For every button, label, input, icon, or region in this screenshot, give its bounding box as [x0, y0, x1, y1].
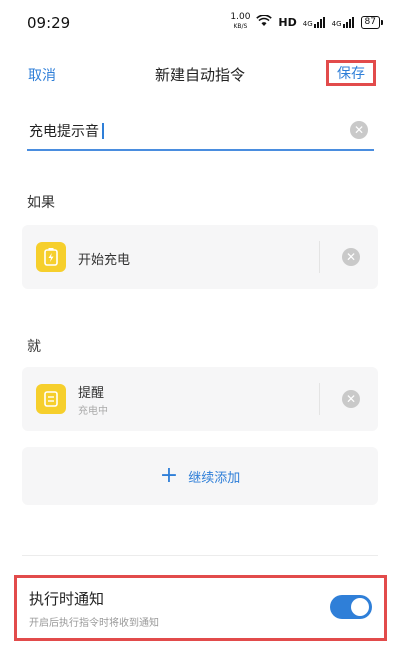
card-divider — [319, 241, 320, 273]
header: 取消 新建自动指令 保存 — [0, 56, 400, 92]
status-icons: 1.00 KB/S HD 4G 4G 87 — [230, 13, 384, 31]
save-button-label: 保存 — [337, 66, 365, 82]
command-name-text: 充电提示音 — [29, 124, 99, 140]
network-speed: 1.00 KB/S — [230, 13, 250, 31]
toggle-knob — [351, 598, 369, 616]
charging-icon — [36, 242, 66, 272]
signal-icon: 4G — [302, 16, 326, 28]
status-time: 09:29 — [27, 14, 71, 32]
then-section-label: 就 — [27, 339, 41, 355]
notify-setting-row: 执行时通知 开启后执行指令时将收到通知 — [14, 575, 387, 641]
remove-condition-button[interactable]: ✕ — [342, 248, 360, 266]
if-section-label: 如果 — [27, 195, 55, 211]
signal-icon-2: 4G — [331, 16, 355, 28]
plus-icon: + — [159, 463, 179, 488]
signal-label: 4G — [302, 19, 313, 28]
action-subtitle: 充电中 — [78, 406, 108, 417]
notify-setting-title: 执行时通知 — [29, 590, 105, 608]
command-name-value: 充电提示音 — [29, 121, 104, 141]
battery-level: 87 — [364, 16, 376, 27]
text-caret — [102, 123, 104, 139]
section-divider — [22, 555, 378, 556]
notify-setting-description: 开启后执行指令时将收到通知 — [29, 618, 159, 629]
notify-toggle[interactable] — [330, 595, 372, 619]
add-action-button[interactable]: + 继续添加 — [22, 447, 378, 505]
action-card[interactable]: 提醒 充电中 ✕ — [22, 367, 378, 431]
condition-title: 开始充电 — [78, 253, 131, 268]
signal-label-2: 4G — [331, 19, 342, 28]
battery-icon: 87 — [360, 15, 384, 29]
reminder-icon — [36, 384, 66, 414]
status-bar: 09:29 1.00 KB/S HD 4G 4G 87 — [0, 0, 400, 44]
condition-card[interactable]: 开始充电 ✕ — [22, 225, 378, 289]
close-icon: ✕ — [345, 250, 357, 264]
add-action-label: 继续添加 — [188, 470, 241, 486]
close-icon: ✕ — [353, 123, 365, 137]
remove-action-button[interactable]: ✕ — [342, 390, 360, 408]
card-divider — [319, 383, 320, 415]
hd-label: HD — [278, 15, 297, 29]
command-name-input[interactable]: 充电提示音 ✕ — [27, 113, 374, 151]
action-title: 提醒 — [78, 386, 105, 401]
wifi-icon — [256, 13, 273, 30]
save-button[interactable]: 保存 — [326, 60, 376, 86]
network-speed-unit: KB/S — [233, 23, 248, 30]
close-icon: ✕ — [345, 392, 357, 406]
network-speed-value: 1.00 — [230, 12, 251, 22]
clear-input-button[interactable]: ✕ — [350, 121, 368, 139]
